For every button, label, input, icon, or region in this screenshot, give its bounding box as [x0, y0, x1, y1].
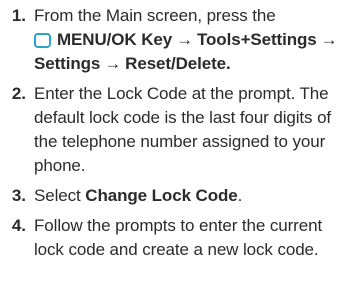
- menu-ok-key-icon: [34, 33, 51, 48]
- arrow-icon: →: [104, 54, 122, 73]
- step-end: .: [226, 54, 231, 73]
- step-text: Enter the Lock Code at the prompt. The d…: [34, 84, 332, 175]
- step-3: 3. Select Change Lock Code.: [0, 184, 361, 208]
- step-text-start: From the Main screen, press the: [34, 6, 276, 25]
- step-number: 2.: [11, 84, 26, 103]
- step-text-start: Select: [34, 186, 86, 205]
- arrow-icon: →: [176, 30, 193, 49]
- nav-tools-settings: Tools+Settings: [197, 30, 317, 49]
- step-text: Follow the prompts to enter the current …: [34, 216, 323, 259]
- step-1: 1. From the Main screen, press the MENU/…: [0, 4, 361, 76]
- nav-menu-ok-key: MENU/OK Key: [57, 30, 173, 49]
- step-4: 4. Follow the prompts to enter the curre…: [0, 214, 361, 262]
- arrow-icon: →: [320, 30, 338, 49]
- instruction-steps: 1. From the Main screen, press the MENU/…: [0, 0, 361, 296]
- change-lock-code-label: Change Lock Code: [85, 186, 238, 205]
- nav-settings: Settings: [34, 54, 101, 73]
- step-text: From the Main screen, press the MENU/OK …: [34, 4, 361, 76]
- nav-reset-delete: Reset/Delete: [125, 54, 227, 73]
- step-2: 2. Enter the Lock Code at the prompt. Th…: [0, 82, 361, 178]
- step-end: .: [237, 186, 243, 205]
- step-number: 4.: [11, 216, 26, 235]
- step-text: Select Change Lock Code.: [34, 184, 361, 208]
- step-number: 3.: [11, 186, 26, 205]
- step-number: 1.: [11, 6, 26, 25]
